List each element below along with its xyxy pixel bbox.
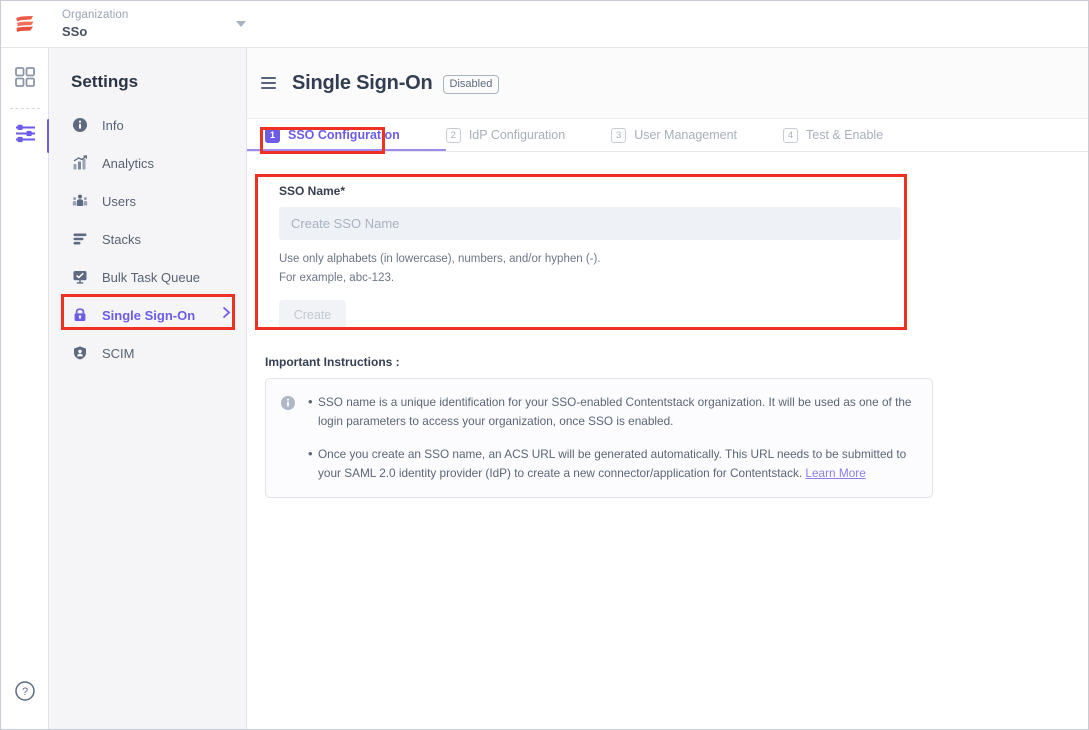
tab-number: 2 [446, 128, 461, 143]
instruction-text: Once you create an SSO name, an ACS URL … [318, 445, 916, 483]
question-circle-icon: ? [14, 680, 36, 707]
sidebar-item-stacks[interactable]: Stacks [49, 220, 246, 258]
tab-bar: 1 SSO Configuration 2 IdP Configuration … [247, 119, 1088, 152]
sliders-icon [14, 122, 37, 150]
instruction-item: • Once you create an SSO name, an ACS UR… [308, 445, 916, 483]
organization-label: Organization [62, 8, 128, 22]
tab-test-and-enable[interactable]: 4 Test & Enable [783, 119, 883, 151]
status-badge: Disabled [443, 75, 500, 94]
lock-icon [71, 306, 89, 324]
sso-name-hint-example: For example, abc-123. [279, 272, 901, 284]
analytics-icon [71, 154, 89, 172]
tab-label: User Management [634, 128, 737, 142]
bullet-icon: • [308, 445, 318, 483]
grid-icon [14, 66, 36, 93]
contentstack-logo-icon[interactable] [1, 1, 49, 48]
settings-sidebar: Settings Info Analy [49, 48, 247, 729]
tab-user-management[interactable]: 3 User Management [611, 119, 737, 151]
sidebar-item-label: Bulk Task Queue [102, 270, 200, 285]
stacks-icon [71, 230, 89, 248]
svg-text:?: ? [22, 686, 28, 698]
tab-number: 3 [611, 128, 626, 143]
main-content: Single Sign-On Disabled 1 SSO Configurat… [247, 48, 1088, 729]
instructions-section: Important Instructions : • SSO name is a… [247, 347, 1088, 498]
sidebar-item-label: SCIM [102, 346, 135, 361]
sidebar-item-label: Stacks [102, 232, 141, 247]
rail-divider [10, 108, 40, 109]
instruction-item: • SSO name is a unique identification fo… [308, 393, 916, 431]
sso-name-hint-rules: Use only alphabets (in lowercase), numbe… [279, 253, 901, 265]
shield-user-icon [71, 344, 89, 362]
tab-sso-configuration[interactable]: 1 SSO Configuration [265, 119, 400, 151]
sidebar-item-bulk-task-queue[interactable]: Bulk Task Queue [49, 258, 246, 296]
tab-number: 1 [265, 128, 280, 143]
instructions-title: Important Instructions : [265, 355, 1088, 369]
sso-name-input[interactable] [279, 207, 901, 240]
sidebar-item-label: Users [102, 194, 136, 209]
sidebar-item-label: Single Sign-On [102, 308, 195, 323]
bullet-icon: • [308, 393, 318, 431]
monitor-check-icon [71, 268, 89, 286]
hamburger-icon[interactable] [261, 77, 276, 89]
app-window: Organization SSo [0, 0, 1089, 730]
sidebar-title: Settings [49, 48, 246, 106]
organization-selector[interactable]: Organization SSo [62, 8, 252, 41]
tab-number: 4 [783, 128, 798, 143]
sso-name-form: SSO Name* Use only alphabets (in lowerca… [265, 170, 915, 347]
chevron-down-icon[interactable] [236, 21, 246, 27]
sso-name-label: SSO Name* [279, 184, 901, 198]
top-bar: Organization SSo [1, 1, 1088, 48]
sso-configuration-panel: SSO Name* Use only alphabets (in lowerca… [247, 152, 1088, 347]
rail-item-dashboard[interactable] [1, 56, 49, 102]
tab-label: Test & Enable [806, 128, 883, 142]
organization-name: SSo [62, 24, 128, 40]
info-circle-icon [280, 395, 296, 483]
sidebar-item-single-sign-on[interactable]: Single Sign-On [49, 296, 246, 334]
chevron-right-icon [222, 306, 231, 324]
instruction-text: SSO name is a unique identification for … [318, 393, 916, 431]
tab-label: IdP Configuration [469, 128, 565, 142]
tab-label: SSO Configuration [288, 128, 400, 142]
sidebar-item-users[interactable]: Users [49, 182, 246, 220]
rail-item-settings[interactable] [1, 113, 49, 159]
sidebar-item-label: Info [102, 118, 124, 133]
sidebar-item-analytics[interactable]: Analytics [49, 144, 246, 182]
sidebar-item-label: Analytics [102, 156, 154, 171]
sidebar-item-info[interactable]: Info [49, 106, 246, 144]
learn-more-link[interactable]: Learn More [805, 466, 865, 480]
tab-idp-configuration[interactable]: 2 IdP Configuration [446, 119, 565, 151]
page-title: Single Sign-On [292, 72, 433, 95]
info-icon [71, 116, 89, 134]
create-button[interactable]: Create [279, 300, 346, 329]
instructions-box: • SSO name is a unique identification fo… [265, 378, 933, 498]
sidebar-item-scim[interactable]: SCIM [49, 334, 246, 372]
help-button[interactable]: ? [1, 680, 49, 707]
users-icon [71, 192, 89, 210]
icon-rail: ? [1, 48, 49, 729]
page-header: Single Sign-On Disabled [247, 48, 1088, 119]
